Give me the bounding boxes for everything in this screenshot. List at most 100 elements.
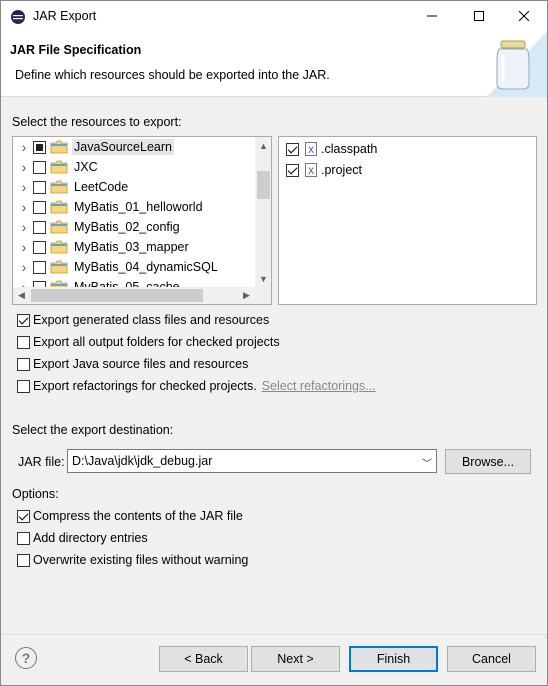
export-java-source-option[interactable]: Export Java source files and resources bbox=[17, 355, 248, 373]
window-title: JAR Export bbox=[33, 9, 97, 23]
tree-vertical-scrollbar[interactable]: ▲ ▼ bbox=[255, 137, 271, 287]
cancel-button[interactable]: Cancel bbox=[447, 646, 536, 672]
jar-file-label: JAR file: bbox=[18, 455, 65, 469]
title-bar: JAR Export bbox=[1, 1, 547, 31]
jar-file-value: D:\Java\jdk\jdk_debug.jar bbox=[72, 454, 213, 468]
help-icon[interactable]: ? bbox=[15, 647, 37, 669]
export-refactorings-option[interactable]: Export refactorings for checked projects… bbox=[17, 377, 376, 395]
tree-item[interactable]: › MyBatis_02_config bbox=[13, 217, 182, 237]
svg-text:X: X bbox=[308, 146, 314, 156]
tree-item[interactable]: › MyBatis_04_dynamicSQL bbox=[13, 257, 220, 277]
project-folder-icon bbox=[50, 220, 68, 234]
destination-label: Select the export destination: bbox=[12, 423, 174, 437]
export-java-source-label: Export Java source files and resources bbox=[33, 357, 249, 371]
project-tree[interactable]: › JavaSourceLearn › JXC › LeetCode › MyBatis_01… bbox=[12, 136, 272, 305]
tree-item-label: JavaSourceLearn bbox=[72, 139, 174, 155]
directory-entries-label: Add directory entries bbox=[33, 531, 148, 545]
file-item-label: .project bbox=[321, 163, 362, 177]
export-output-folders-label: Export all output folders for checked pr… bbox=[33, 335, 280, 349]
tree-item-label: MyBatis_04_dynamicSQL bbox=[74, 260, 218, 274]
file-item-checkbox[interactable] bbox=[286, 163, 299, 177]
tree-item-checkbox[interactable] bbox=[33, 140, 46, 154]
expand-arrow-icon[interactable]: › bbox=[17, 157, 31, 177]
project-folder-icon bbox=[50, 200, 68, 214]
tree-item-checkbox[interactable] bbox=[33, 180, 46, 194]
expand-arrow-icon[interactable]: › bbox=[17, 197, 31, 217]
tree-item-checkbox[interactable] bbox=[33, 160, 46, 174]
tree-item-checkbox[interactable] bbox=[33, 260, 46, 274]
select-refactorings-link[interactable]: Select refactorings... bbox=[262, 379, 376, 393]
directory-entries-option[interactable]: Add directory entries bbox=[17, 529, 148, 547]
export-class-files-checkbox[interactable] bbox=[17, 313, 30, 327]
compress-label: Compress the contents of the JAR file bbox=[33, 509, 243, 523]
export-class-files-option[interactable]: Export generated class files and resourc… bbox=[17, 311, 269, 329]
scroll-up-icon[interactable]: ▲ bbox=[255, 137, 271, 154]
maximize-button[interactable] bbox=[456, 1, 502, 31]
expand-arrow-icon[interactable]: › bbox=[17, 257, 31, 277]
jar-file-combo[interactable]: D:\Java\jdk\jdk_debug.jar ﹀ bbox=[67, 449, 437, 473]
expand-arrow-icon[interactable]: › bbox=[17, 217, 31, 237]
close-button[interactable] bbox=[501, 1, 547, 31]
file-item-checkbox[interactable] bbox=[286, 142, 299, 156]
tree-item[interactable]: › JavaSourceLearn bbox=[13, 137, 174, 157]
scrollbar-corner bbox=[255, 287, 271, 304]
project-folder-icon bbox=[50, 240, 68, 254]
back-button[interactable]: < Back bbox=[159, 646, 248, 672]
tree-item[interactable]: › MyBatis_01_helloworld bbox=[13, 197, 205, 217]
expand-arrow-icon[interactable]: › bbox=[17, 177, 31, 197]
xml-file-icon: X bbox=[305, 142, 317, 156]
file-list[interactable]: X .classpath X .project bbox=[278, 136, 537, 305]
tree-item[interactable]: › MyBatis_03_mapper bbox=[13, 237, 191, 257]
browse-button[interactable]: Browse... bbox=[445, 449, 531, 474]
overwrite-option[interactable]: Overwrite existing files without warning bbox=[17, 551, 248, 569]
export-java-source-checkbox[interactable] bbox=[17, 357, 30, 371]
export-class-files-label: Export generated class files and resourc… bbox=[33, 313, 270, 327]
export-output-folders-option[interactable]: Export all output folders for checked pr… bbox=[17, 333, 280, 351]
scroll-left-icon[interactable]: ◀ bbox=[13, 287, 30, 304]
minimize-icon bbox=[427, 15, 437, 17]
svg-text:X: X bbox=[308, 167, 314, 177]
chevron-down-icon[interactable]: ﹀ bbox=[422, 455, 432, 470]
resources-label: Select the resources to export: bbox=[12, 115, 182, 129]
tree-vertical-thumb[interactable] bbox=[257, 171, 270, 199]
project-folder-icon bbox=[50, 160, 68, 174]
overwrite-checkbox[interactable] bbox=[17, 553, 30, 567]
compress-option[interactable]: Compress the contents of the JAR file bbox=[17, 507, 243, 525]
maximize-icon bbox=[474, 11, 484, 21]
export-refactorings-label: Export refactorings for checked projects… bbox=[33, 379, 257, 393]
tree-horizontal-scrollbar[interactable]: ◀ ▶ bbox=[13, 287, 255, 304]
tree-item-checkbox[interactable] bbox=[33, 240, 46, 254]
compress-checkbox[interactable] bbox=[17, 509, 30, 523]
overwrite-label: Overwrite existing files without warning bbox=[33, 553, 249, 567]
project-folder-icon bbox=[50, 180, 68, 194]
minimize-button[interactable] bbox=[409, 1, 455, 31]
tree-item[interactable]: › LeetCode bbox=[13, 177, 130, 197]
tree-horizontal-thumb[interactable] bbox=[31, 289, 203, 302]
scroll-down-icon[interactable]: ▼ bbox=[255, 270, 271, 287]
scroll-right-icon[interactable]: ▶ bbox=[238, 287, 255, 304]
page-title: JAR File Specification bbox=[10, 43, 142, 57]
export-output-folders-checkbox[interactable] bbox=[17, 335, 30, 349]
directory-entries-checkbox[interactable] bbox=[17, 531, 30, 545]
file-item[interactable]: X .project bbox=[279, 160, 364, 180]
xml-file-icon: X bbox=[305, 163, 317, 177]
close-icon bbox=[519, 11, 529, 21]
file-item[interactable]: X .classpath bbox=[279, 139, 379, 159]
expand-arrow-icon[interactable]: › bbox=[17, 137, 31, 157]
file-item-label: .classpath bbox=[321, 142, 378, 156]
expand-arrow-icon[interactable]: › bbox=[17, 237, 31, 257]
tree-item-checkbox[interactable] bbox=[33, 200, 46, 214]
project-folder-icon bbox=[50, 260, 68, 274]
project-folder-icon bbox=[50, 140, 68, 154]
wizard-header: JAR File Specification Define which reso… bbox=[1, 31, 547, 97]
next-button[interactable]: Next > bbox=[251, 646, 340, 672]
tree-item-label: MyBatis_03_mapper bbox=[74, 240, 189, 254]
options-label: Options: bbox=[12, 487, 59, 501]
jar-icon bbox=[487, 31, 547, 97]
tree-item[interactable]: › JXC bbox=[13, 157, 100, 177]
finish-button[interactable]: Finish bbox=[349, 646, 438, 672]
jar-export-dialog: JAR Export JAR File Specification Define… bbox=[0, 0, 548, 686]
tree-item-label: LeetCode bbox=[74, 180, 129, 194]
export-refactorings-checkbox[interactable] bbox=[17, 379, 30, 393]
tree-item-checkbox[interactable] bbox=[33, 220, 46, 234]
